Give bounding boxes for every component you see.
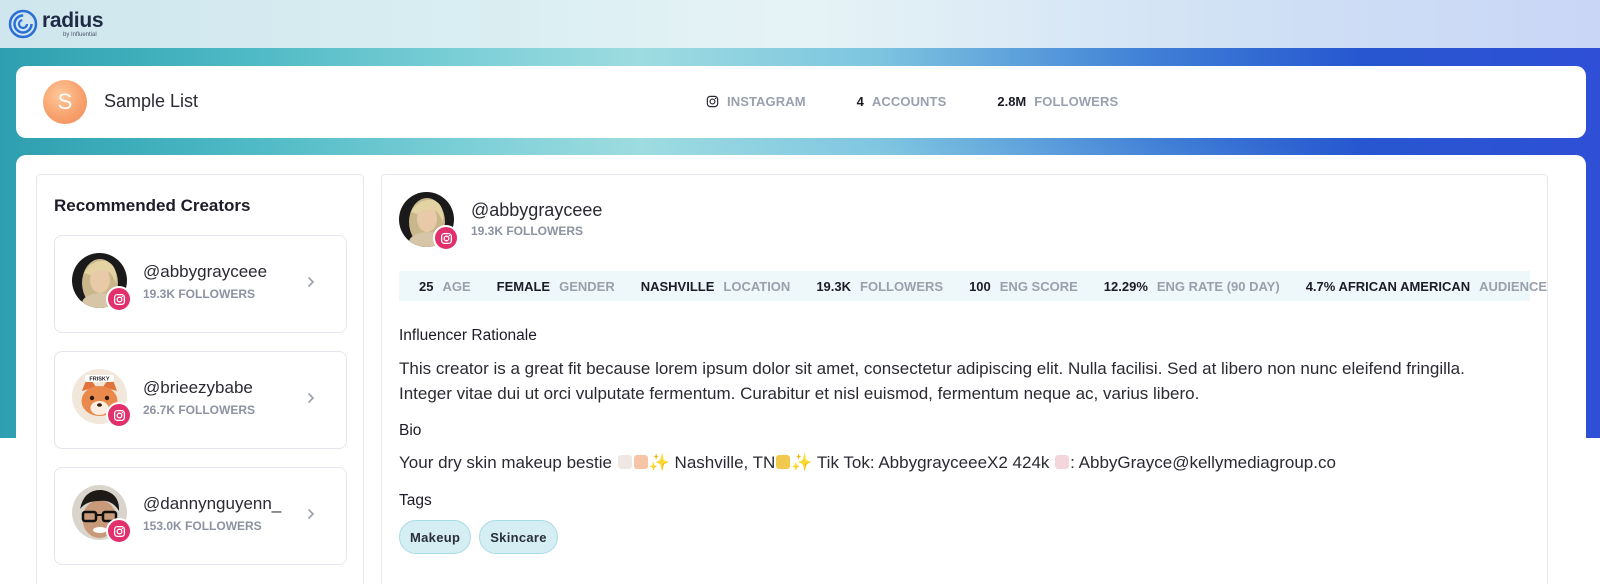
bio-heading: Bio	[399, 422, 422, 439]
radius-logo[interactable]: radius by Influential	[8, 9, 104, 39]
instagram-icon	[706, 95, 719, 108]
wheat-emoji-icon	[776, 455, 791, 469]
metric-value: 19.3K	[816, 278, 852, 294]
instagram-badge-icon	[433, 225, 459, 251]
platform-label: INSTAGRAM	[727, 94, 806, 109]
rationale-heading: Influencer Rationale	[399, 327, 537, 344]
accounts-stat: 4 ACCOUNTS	[857, 94, 947, 109]
love-letter-emoji-icon	[1055, 455, 1070, 469]
metric-value: 4.7% AFRICAN AMERICAN	[1305, 278, 1471, 294]
creator-metrics-bar: 25 AGE FEMALE GENDER NASHVILLE LOCATION …	[399, 271, 1547, 301]
top-bar: radius by Influential	[0, 0, 1600, 48]
metric-label: LOCATION	[723, 278, 791, 294]
creator-handle: @abbygrayceee	[143, 262, 268, 281]
followers-value: 2.8M	[997, 94, 1027, 109]
creator-card[interactable]: @abbygrayceee 19.3K FOLLOWERS	[54, 235, 347, 333]
metric-age: 25 AGE	[419, 279, 471, 294]
metric-label: AGE	[442, 278, 471, 294]
tags-list: Makeup Skincare	[399, 520, 558, 554]
metric-label: ENG RATE (90 DAY)	[1156, 278, 1280, 294]
creator-detail-panel: @abbygrayceee 19.3K FOLLOWERS 25 AGE FEM…	[381, 174, 1548, 584]
accounts-label: ACCOUNTS	[871, 94, 947, 109]
bio-text: Your dry skin makeup bestie ✨ Nashville,…	[399, 450, 1509, 475]
metric-label: AUDIENCE	[1479, 278, 1548, 294]
platform-stat: INSTAGRAM	[706, 94, 806, 109]
chevron-right-icon	[308, 277, 315, 287]
svg-text:FRISKY: FRISKY	[89, 377, 110, 383]
metric-location: NASHVILLE LOCATION	[641, 279, 791, 294]
followers-stat: 2.8M FOLLOWERS	[997, 94, 1118, 109]
metric-followers: 19.3K FOLLOWERS	[816, 279, 943, 294]
metric-label: FOLLOWERS	[860, 278, 944, 294]
creator-followers: 153.0K FOLLOWERS	[143, 519, 262, 533]
metric-eng-rate: 12.29% ENG RATE (90 DAY)	[1104, 279, 1280, 294]
list-stats: INSTAGRAM 4 ACCOUNTS 2.8M FOLLOWERS	[706, 94, 1169, 109]
recommended-creators-panel: Recommended Creators @abbygrayceee 19.3K…	[36, 174, 364, 584]
recommended-creators-title: Recommended Creators	[54, 196, 251, 215]
creator-followers: 19.3K FOLLOWERS	[143, 287, 256, 301]
creator-handle: @dannynguyenn_	[143, 494, 282, 513]
metric-audience: 4.7% AFRICAN AMERICAN AUDIENCE	[1306, 279, 1547, 294]
creator-followers: 26.7K FOLLOWERS	[143, 403, 256, 417]
creator-card[interactable]: FRISKY @brieezybabe 26.7K FOLLOWERS	[54, 351, 347, 449]
list-summary-card: S Sample List INSTAGRAM 4 ACCOUNTS 2.8M …	[16, 66, 1586, 138]
metric-eng-score: 100 ENG SCORE	[969, 279, 1078, 294]
metric-value: NASHVILLE	[640, 278, 715, 294]
metric-label: GENDER	[559, 278, 615, 294]
metric-value: 100	[969, 278, 991, 294]
chevron-right-icon	[308, 393, 315, 403]
followers-label: FOLLOWERS	[1034, 94, 1119, 109]
list-title: Sample List	[104, 91, 199, 111]
creator-card[interactable]: @dannynguyenn_ 153.0K FOLLOWERS	[54, 467, 347, 565]
bio-part: ✨ Nashville, TN	[648, 453, 776, 472]
logo-subtitle: by Influential	[63, 32, 97, 38]
bio-part: Your dry skin makeup bestie	[399, 453, 612, 472]
tag-chip[interactable]: Skincare	[479, 520, 558, 554]
chevron-right-icon	[308, 509, 315, 519]
heart-hands-emoji-icon	[633, 455, 648, 469]
detail-handle: @abbygrayceee	[471, 200, 603, 220]
tags-heading: Tags	[399, 492, 432, 509]
detail-followers: 19.3K FOLLOWERS	[471, 224, 584, 238]
logo-wordmark: radius	[42, 9, 104, 32]
metric-value: 12.29%	[1103, 278, 1148, 294]
list-avatar: S	[43, 80, 87, 124]
instagram-badge-icon	[106, 518, 132, 544]
person-emoji-icon	[617, 455, 632, 469]
instagram-badge-icon	[106, 286, 132, 312]
bio-part: : AbbyGrayce@kellymediagroup.co	[1070, 453, 1336, 472]
metric-gender: FEMALE GENDER	[497, 279, 615, 294]
accounts-value: 4	[856, 94, 864, 109]
metric-value: 25	[419, 278, 434, 294]
tag-chip[interactable]: Makeup	[399, 520, 472, 554]
metric-value: FEMALE	[496, 278, 551, 294]
bio-part: ✨ Tik Tok: AbbygrayceeeX2 424k	[791, 453, 1050, 472]
metric-label: ENG SCORE	[999, 278, 1078, 294]
creator-handle: @brieezybabe	[143, 378, 253, 397]
radius-logo-icon	[8, 9, 38, 39]
rationale-text: This creator is a great fit because lore…	[399, 359, 1465, 403]
instagram-badge-icon	[106, 402, 132, 428]
